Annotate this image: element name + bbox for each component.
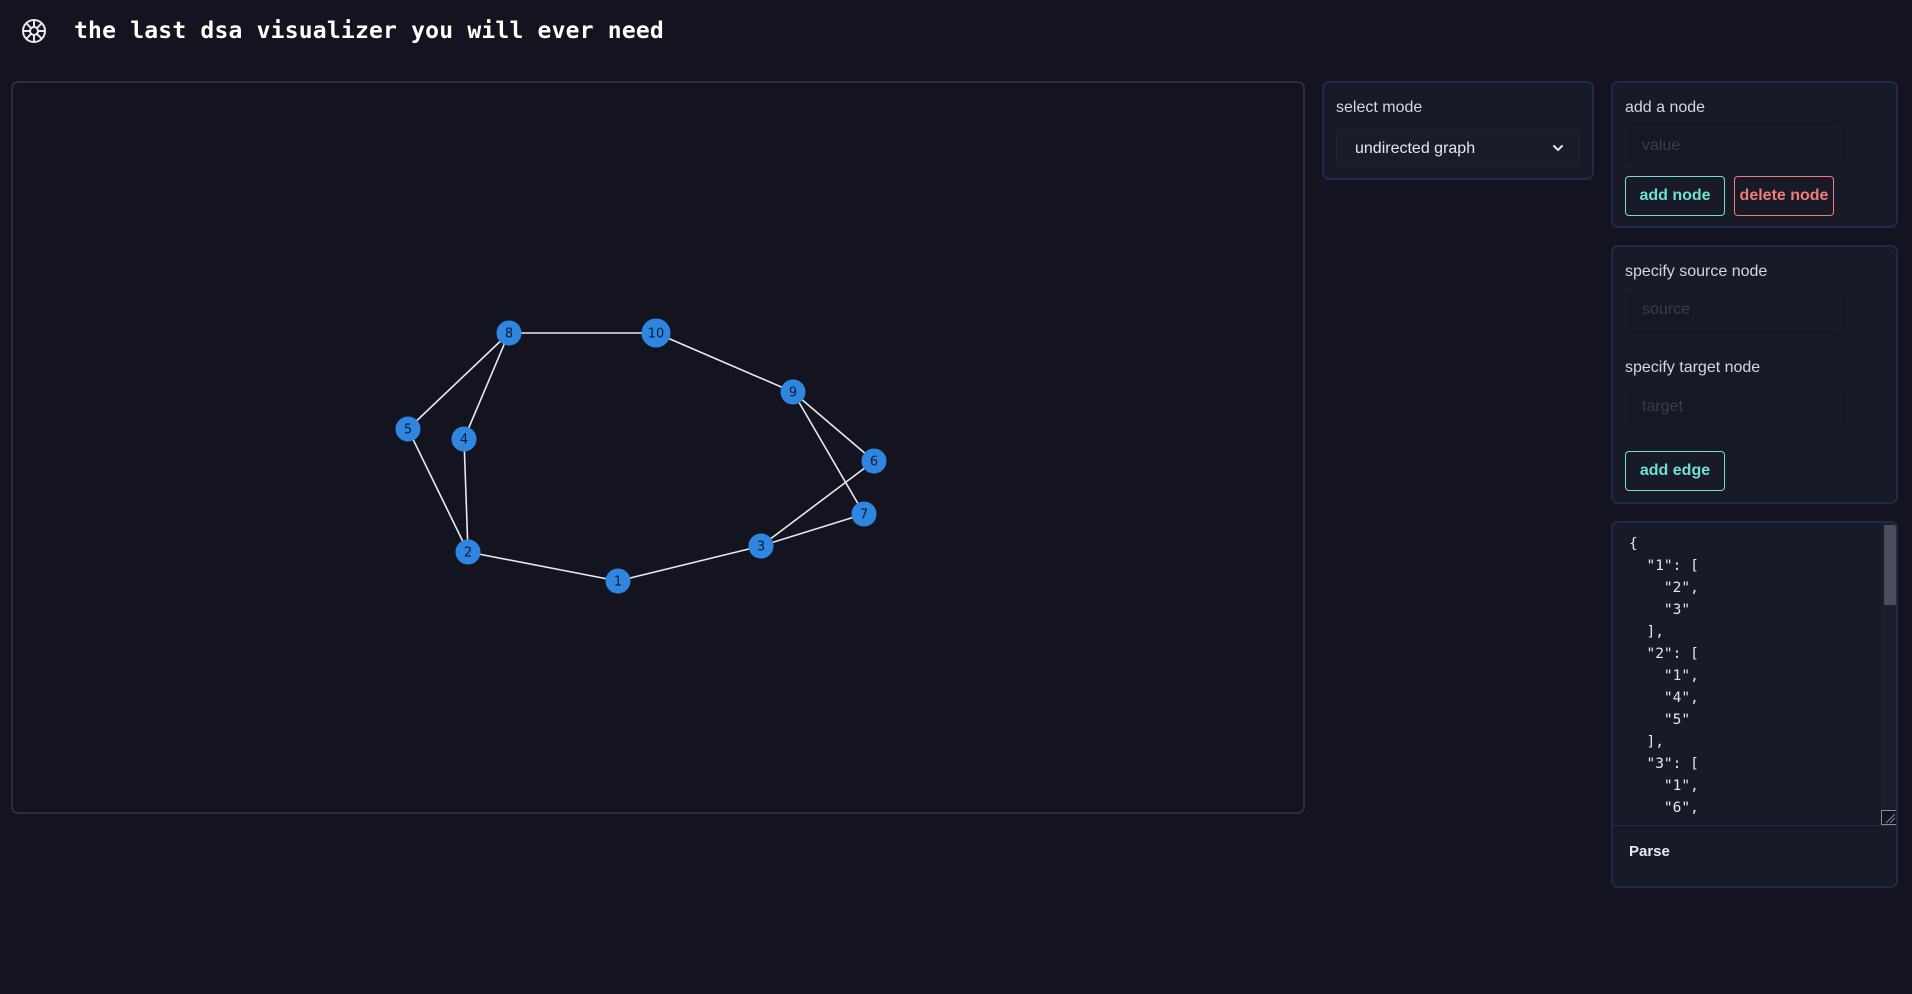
graph-node-label: 6 bbox=[870, 455, 878, 470]
graph-node-label: 9 bbox=[789, 386, 797, 401]
graph-edge-3-7 bbox=[760, 513, 865, 547]
graph-node-label: 8 bbox=[505, 327, 513, 342]
graph-node-label: 3 bbox=[757, 540, 765, 555]
json-editor-panel: Parse bbox=[1611, 521, 1898, 888]
graph-node-7[interactable]: 7 bbox=[851, 501, 877, 527]
graph-node-label: 1 bbox=[614, 575, 622, 590]
graph-edge-1-3 bbox=[617, 545, 762, 582]
graph-svg[interactable]: 1 2 3 4 5 6 7 8 9 10 bbox=[13, 83, 1305, 814]
target-node-input[interactable] bbox=[1625, 388, 1841, 426]
graph-edge-9-6 bbox=[792, 391, 875, 462]
add-node-panel: add a node add node delete node bbox=[1611, 81, 1898, 228]
add-node-button[interactable]: add node bbox=[1625, 176, 1725, 216]
json-scrollbar[interactable] bbox=[1881, 523, 1896, 825]
chevron-down-icon bbox=[1553, 145, 1563, 151]
graph-node-1[interactable]: 1 bbox=[605, 568, 631, 594]
graph-node-label: 4 bbox=[460, 433, 468, 448]
graph-node-label: 10 bbox=[648, 327, 665, 342]
mode-selected-value: undirected graph bbox=[1355, 140, 1476, 157]
graph-node-5[interactable]: 5 bbox=[395, 416, 421, 442]
add-edge-panel: specify source node specify target node … bbox=[1611, 245, 1898, 504]
json-divider bbox=[1613, 825, 1896, 826]
delete-node-button[interactable]: delete node bbox=[1734, 176, 1834, 216]
graph-canvas[interactable]: 1 2 3 4 5 6 7 8 9 10 bbox=[11, 81, 1305, 814]
app-title: the last dsa visualizer you will ever ne… bbox=[74, 18, 664, 44]
graph-edge-5-8 bbox=[407, 332, 510, 430]
graph-edge-4-8 bbox=[463, 332, 510, 440]
target-node-label: specify target node bbox=[1625, 359, 1761, 376]
graph-node-8[interactable]: 8 bbox=[496, 320, 522, 346]
resize-grip-icon[interactable] bbox=[1881, 810, 1897, 825]
graph-edge-1-2 bbox=[467, 551, 619, 582]
node-value-input[interactable] bbox=[1625, 127, 1841, 165]
mode-panel: select mode undirected graph bbox=[1322, 81, 1594, 180]
parse-button[interactable]: Parse bbox=[1629, 843, 1670, 860]
adjacency-json-textarea[interactable] bbox=[1613, 523, 1883, 825]
app-header: the last dsa visualizer you will ever ne… bbox=[0, 0, 1912, 66]
graph-node-label: 5 bbox=[404, 423, 412, 438]
add-edge-button[interactable]: add edge bbox=[1625, 451, 1725, 491]
graph-node-label: 2 bbox=[464, 546, 472, 561]
graph-node-9[interactable]: 9 bbox=[780, 379, 806, 405]
graph-node-label: 7 bbox=[860, 508, 868, 523]
graph-node-2[interactable]: 2 bbox=[455, 539, 481, 565]
mode-label: select mode bbox=[1336, 99, 1423, 116]
graph-node-6[interactable]: 6 bbox=[861, 448, 887, 474]
graph-node-3[interactable]: 3 bbox=[748, 533, 774, 559]
steering-wheel-icon bbox=[22, 19, 46, 43]
nodes-layer: 1 2 3 4 5 6 7 8 9 10 bbox=[395, 318, 887, 594]
source-node-label: specify source node bbox=[1625, 263, 1768, 280]
source-node-input[interactable] bbox=[1625, 291, 1841, 329]
graph-node-10[interactable]: 10 bbox=[641, 318, 671, 348]
json-scrollbar-thumb[interactable] bbox=[1884, 525, 1896, 605]
graph-edge-10-9 bbox=[655, 332, 794, 393]
add-node-label: add a node bbox=[1625, 99, 1706, 116]
mode-select[interactable]: undirected graph bbox=[1336, 128, 1580, 168]
edges-layer bbox=[407, 332, 875, 582]
graph-node-4[interactable]: 4 bbox=[451, 426, 477, 452]
graph-edge-2-4 bbox=[463, 438, 469, 553]
